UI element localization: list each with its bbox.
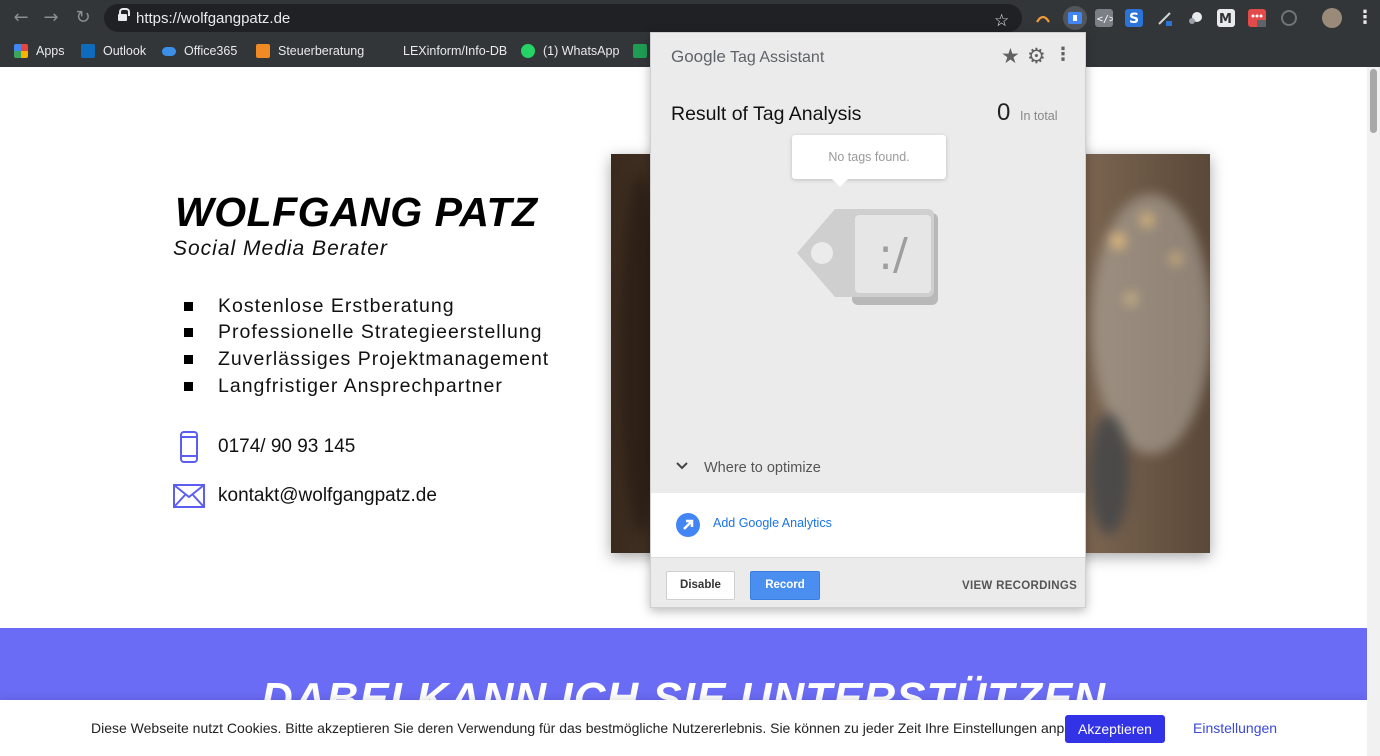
apps-grid-icon: [14, 44, 28, 58]
excel-icon: [633, 44, 647, 58]
gear-icon[interactable]: ⚙: [1027, 45, 1046, 67]
email-address: kontakt@wolfgangpatz.de: [218, 485, 437, 506]
bookmark-label: Steuerberatung: [278, 44, 365, 58]
page-title: WOLFGANG PATZ: [175, 189, 538, 235]
scrollbar-thumb[interactable]: [1370, 69, 1377, 133]
code-extension-icon[interactable]: </>: [1095, 9, 1115, 27]
bookmark-whatsapp[interactable]: (1) WhatsApp: [521, 41, 619, 61]
star-icon[interactable]: ★: [1001, 45, 1020, 67]
phone-number: 0174/ 90 93 145: [218, 436, 356, 457]
svg-text:S: S: [1129, 11, 1139, 27]
ball-extension-icon[interactable]: [1187, 9, 1205, 27]
m-extension-icon[interactable]: M: [1217, 9, 1235, 27]
view-recordings-link[interactable]: VIEW RECORDINGS: [962, 580, 1077, 592]
sad-tag-icon: :/: [797, 209, 938, 305]
browser-toolbar: ← → ↻ https://wolfgangpatz.de ☆ </> S M …: [0, 0, 1380, 36]
bookmark-label: Office365: [184, 44, 238, 58]
feature-text: Langfristiger Ansprechpartner: [218, 375, 503, 397]
url-text: https://wolfgangpatz.de: [136, 10, 291, 27]
wordpress-extension-icon[interactable]: [1280, 9, 1298, 27]
popup-brand: Google Tag Assistant: [671, 47, 824, 67]
bookmark-lexinform[interactable]: LEXinform/Info-DB: [403, 41, 507, 61]
browser-menu-icon[interactable]: ⋮: [1356, 8, 1374, 28]
phone-contact[interactable]: 0174/ 90 93 145: [173, 429, 533, 465]
cookie-banner: Diese Webseite nutzt Cookies. Bitte akze…: [0, 700, 1367, 756]
bookmark-label: LEXinform/Info-DB: [403, 44, 508, 58]
arrow-up-right-icon: [676, 513, 700, 537]
tag-count-label: In total: [1020, 109, 1058, 123]
cookie-text: Diese Webseite nutzt Cookies. Bitte akze…: [91, 720, 1106, 736]
profile-avatar[interactable]: [1322, 8, 1342, 28]
feature-item: Zuverlässiges Projektmanagement: [184, 348, 604, 372]
feature-item: Professionelle Strategieerstellung: [184, 321, 604, 345]
s-extension-icon[interactable]: S: [1125, 9, 1143, 27]
address-bar[interactable]: https://wolfgangpatz.de ☆: [104, 4, 1022, 32]
empty-tooltip: No tags found.: [792, 135, 946, 187]
email-contact[interactable]: kontakt@wolfgangpatz.de: [173, 479, 533, 515]
feature-item: Kostenlose Erstberatung: [184, 295, 604, 319]
feature-text: Professionelle Strategieerstellung: [218, 321, 543, 343]
bullet-square-icon: [184, 328, 193, 337]
svg-text::/: :/: [878, 229, 908, 280]
chevron-down-icon: [676, 462, 688, 470]
bookmark-steuerberatung[interactable]: Steuerberatung: [256, 41, 364, 61]
bookmark-apps[interactable]: Apps: [14, 41, 65, 61]
where-to-optimize-toggle[interactable]: Where to optimize: [671, 457, 971, 481]
pen-extension-icon[interactable]: [1156, 9, 1174, 27]
more-vert-icon[interactable]: ⋮: [1054, 44, 1072, 66]
add-google-analytics-link[interactable]: Add Google Analytics: [713, 516, 832, 530]
bookmark-office365[interactable]: Office365: [162, 41, 237, 61]
bookmark-label: Outlook: [103, 44, 147, 58]
page-subtitle: Social Media Berater: [173, 237, 388, 260]
badge-extension-icon[interactable]: [1248, 9, 1266, 27]
bullet-square-icon: [184, 382, 193, 391]
accept-cookies-button[interactable]: Akzeptieren: [1065, 715, 1165, 743]
cookie-settings-link[interactable]: Einstellungen: [1193, 720, 1277, 736]
bookmark-outlook[interactable]: Outlook: [81, 41, 146, 61]
phone-icon: [180, 431, 198, 463]
feature-item: Langfristiger Ansprechpartner: [184, 375, 604, 399]
bookmark-star-icon[interactable]: ☆: [994, 11, 1009, 31]
popup-footer: Disable Record VIEW RECORDINGS: [651, 557, 1085, 607]
svg-text:M: M: [1219, 12, 1232, 27]
feature-text: Zuverlässiges Projektmanagement: [218, 348, 550, 370]
feature-text: Kostenlose Erstberatung: [218, 295, 455, 317]
tag-count: 0: [997, 99, 1011, 126]
optimize-label: Where to optimize: [704, 460, 821, 476]
whatsapp-icon: [521, 44, 535, 58]
suggestion-row[interactable]: Add Google Analytics: [651, 493, 1085, 557]
reload-icon[interactable]: ↻: [72, 8, 94, 28]
bookmark-label: (1) WhatsApp: [543, 44, 620, 58]
brand-google: Google: [671, 47, 726, 66]
tag-assistant-popup: Google Tag Assistant ★ ⚙ ⋮ Result of Tag…: [650, 32, 1086, 608]
disable-button[interactable]: Disable: [666, 571, 735, 600]
onedrive-cloud-icon: [162, 46, 176, 56]
outlook-icon: [81, 44, 95, 58]
orange-doc-icon: [256, 44, 270, 58]
back-icon[interactable]: ←: [10, 8, 32, 28]
bullet-square-icon: [184, 355, 193, 364]
brand-product: Tag Assistant: [729, 49, 825, 66]
result-title: Result of Tag Analysis: [671, 103, 862, 125]
tag-assistant-extension-icon[interactable]: [1063, 6, 1087, 30]
lock-icon: [118, 8, 130, 23]
bullet-square-icon: [184, 302, 193, 311]
mail-icon: [173, 484, 205, 508]
forward-icon[interactable]: →: [40, 8, 62, 28]
svg-text:</>: </>: [1097, 14, 1113, 25]
page-scrollbar[interactable]: [1367, 67, 1380, 756]
bookmark-label: Apps: [36, 44, 65, 58]
extension-arc-icon[interactable]: [1034, 9, 1052, 27]
record-button[interactable]: Record: [750, 571, 820, 600]
